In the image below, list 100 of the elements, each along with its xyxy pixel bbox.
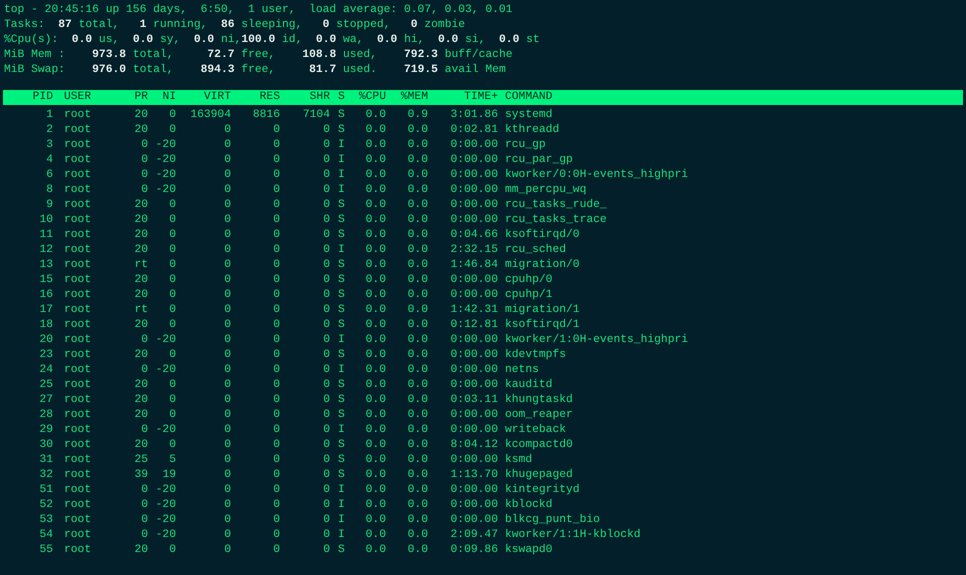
table-cell-text: 52 xyxy=(38,498,53,513)
table-cell-text: root xyxy=(63,183,92,198)
table-cell-text: 0 xyxy=(322,348,330,363)
table-cell-text: 0 xyxy=(223,273,231,288)
table-cell-text: 0 xyxy=(272,498,280,513)
table-cell-text: writeback xyxy=(504,423,568,438)
table-cell-text: 0.0 xyxy=(364,333,386,348)
table-cell-text: 0:12.81 xyxy=(450,318,498,333)
table-cell-text: 0 xyxy=(322,153,330,168)
table-cell-text: 20 xyxy=(133,273,148,288)
table-cell-text: root xyxy=(63,108,92,123)
table-cell-text: 0 xyxy=(168,243,176,258)
table-cell-text: 23 xyxy=(38,348,53,363)
table-cell-text: 0.0 xyxy=(406,378,428,393)
table-cell-text: 0 xyxy=(223,438,231,453)
table-cell-text: 20 xyxy=(133,228,148,243)
table-cell-text: -20 xyxy=(154,333,176,348)
table-cell-text: root xyxy=(63,393,92,408)
table-cell-text: 0 xyxy=(168,393,176,408)
table-cell-text: -20 xyxy=(154,423,176,438)
table-cell-text: 0:00.00 xyxy=(450,168,498,183)
table-cell-text: 0 xyxy=(322,318,330,333)
table-cell-text: 0.0 xyxy=(364,183,386,198)
table-cell-text: I xyxy=(337,483,345,498)
table-cell-text: 0:00.00 xyxy=(450,183,498,198)
table-cell-text: root xyxy=(63,468,92,483)
table-cell-text: 0 xyxy=(272,153,280,168)
table-cell-text: 0:00.00 xyxy=(450,273,498,288)
table-cell-text: 20 xyxy=(133,213,148,228)
table-cell-text: 0 xyxy=(322,378,330,393)
table-cell-text: 15 xyxy=(38,273,53,288)
table-cell-text: 0 xyxy=(322,528,330,543)
table-cell-text: 0 xyxy=(168,198,176,213)
table-cell-text: 13 xyxy=(38,258,53,273)
table-cell-text: 20 xyxy=(133,243,148,258)
table-cell-text: 0 xyxy=(272,288,280,303)
table-cell-text: 0.0 xyxy=(364,423,386,438)
table-cell-text: 20 xyxy=(133,393,148,408)
table-cell-text: 0.0 xyxy=(406,213,428,228)
table-cell-text: 0 xyxy=(272,123,280,138)
table-cell-text: kintegrityd xyxy=(504,483,581,498)
table-cell-text: 0.0 xyxy=(364,393,386,408)
table-cell-text: 0.0 xyxy=(364,273,386,288)
table-cell-text: 2:32.15 xyxy=(450,243,498,258)
table-cell-text: 2 xyxy=(45,123,53,138)
table-cell-text: kworker/0:0H-events_highpri xyxy=(504,168,690,183)
table-cell-text: 0 xyxy=(168,438,176,453)
table-cell-text: 0 xyxy=(223,333,231,348)
table-cell-text: ksoftirqd/0 xyxy=(504,228,581,243)
table-cell-text: 0 xyxy=(223,153,231,168)
table-cell-text: kthreadd xyxy=(504,123,560,138)
table-cell-text: root xyxy=(63,498,92,513)
table-cell-text: 0 xyxy=(322,498,330,513)
table-cell-text: -20 xyxy=(154,528,176,543)
table-cell-text: root xyxy=(63,258,92,273)
table-cell-text: 6 xyxy=(45,168,53,183)
table-cell-text: 0 xyxy=(223,303,231,318)
table-cell-text: 53 xyxy=(38,513,53,528)
table-cell-text: 0 xyxy=(223,423,231,438)
table-cell-text: 0 xyxy=(168,108,176,123)
table-cell-text: kworker/1:1H-kblockd xyxy=(504,528,642,543)
table-cell-text: khugepaged xyxy=(504,468,574,483)
table-cell-text: 0 xyxy=(322,408,330,423)
table-cell-text: 0.0 xyxy=(406,168,428,183)
table-cell-text: 0 xyxy=(140,498,148,513)
table-cell-text: 0:00.00 xyxy=(450,363,498,378)
table-cell-text: root xyxy=(63,138,92,153)
table-cell-text: khungtaskd xyxy=(504,393,574,408)
table-cell-text: 0.0 xyxy=(364,213,386,228)
table-cell-text: S xyxy=(337,303,345,318)
table-cell-text: 0 xyxy=(168,213,176,228)
table-cell-text: 12 xyxy=(38,243,53,258)
table-cell-text: 0:00.00 xyxy=(450,138,498,153)
table-cell-text: 1:13.70 xyxy=(450,468,498,483)
table-cell-text: 0 xyxy=(223,213,231,228)
table-cell-text: 3 xyxy=(45,138,53,153)
table-cell-text: 0.0 xyxy=(406,513,428,528)
table-cell-text: 0 xyxy=(272,453,280,468)
column-header: %MEM xyxy=(400,90,428,105)
table-cell-text: root xyxy=(63,378,92,393)
table-cell-text: 0 xyxy=(322,123,330,138)
table-cell-text: 0:00.00 xyxy=(450,378,498,393)
table-cell-text: 0.0 xyxy=(364,348,386,363)
table-cell-text: 20 xyxy=(133,408,148,423)
table-cell-text: 20 xyxy=(133,378,148,393)
table-cell-text: 19 xyxy=(161,468,176,483)
table-cell-text: 0.0 xyxy=(364,288,386,303)
table-cell-text: 0.0 xyxy=(364,258,386,273)
table-cell-text: 0.0 xyxy=(406,438,428,453)
table-cell-text: 0 xyxy=(223,468,231,483)
table-cell-text: -20 xyxy=(154,513,176,528)
table-cell-text: 8816 xyxy=(252,108,280,123)
table-cell-text: 0 xyxy=(223,378,231,393)
column-header: USER xyxy=(63,90,92,105)
table-cell-text: 0 xyxy=(168,318,176,333)
table-cell-text: I xyxy=(337,498,345,513)
table-cell-text: 0 xyxy=(272,543,280,558)
table-cell-text: I xyxy=(337,243,345,258)
table-cell-text: 0.0 xyxy=(406,408,428,423)
table-cell-text: 0.0 xyxy=(406,198,428,213)
